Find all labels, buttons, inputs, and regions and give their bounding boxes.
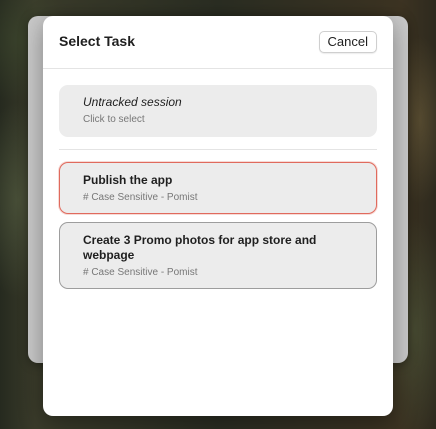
- task-project: # Case Sensitive - Pomist: [83, 192, 198, 203]
- task-item-create-promo-photos[interactable]: Create 3 Promo photos for app store and …: [59, 222, 377, 289]
- task-title: Publish the app: [83, 173, 173, 187]
- sheet-header: Select Task Cancel: [43, 16, 393, 69]
- untracked-session-hint: Click to select: [83, 114, 145, 125]
- task-item-publish-the-app[interactable]: Publish the app # Case Sensitive - Pomis…: [59, 162, 377, 214]
- divider: [59, 149, 377, 150]
- select-task-sheet: Select Task Cancel Untracked session Cli…: [43, 16, 393, 416]
- task-project: # Case Sensitive - Pomist: [83, 267, 198, 278]
- task-title: Create 3 Promo photos for app store and …: [83, 233, 317, 262]
- sheet-title: Select Task: [59, 33, 136, 49]
- untracked-session-option[interactable]: Untracked session Click to select: [59, 85, 377, 137]
- cancel-button[interactable]: Cancel: [318, 31, 377, 53]
- untracked-session-title: Untracked session: [83, 95, 182, 109]
